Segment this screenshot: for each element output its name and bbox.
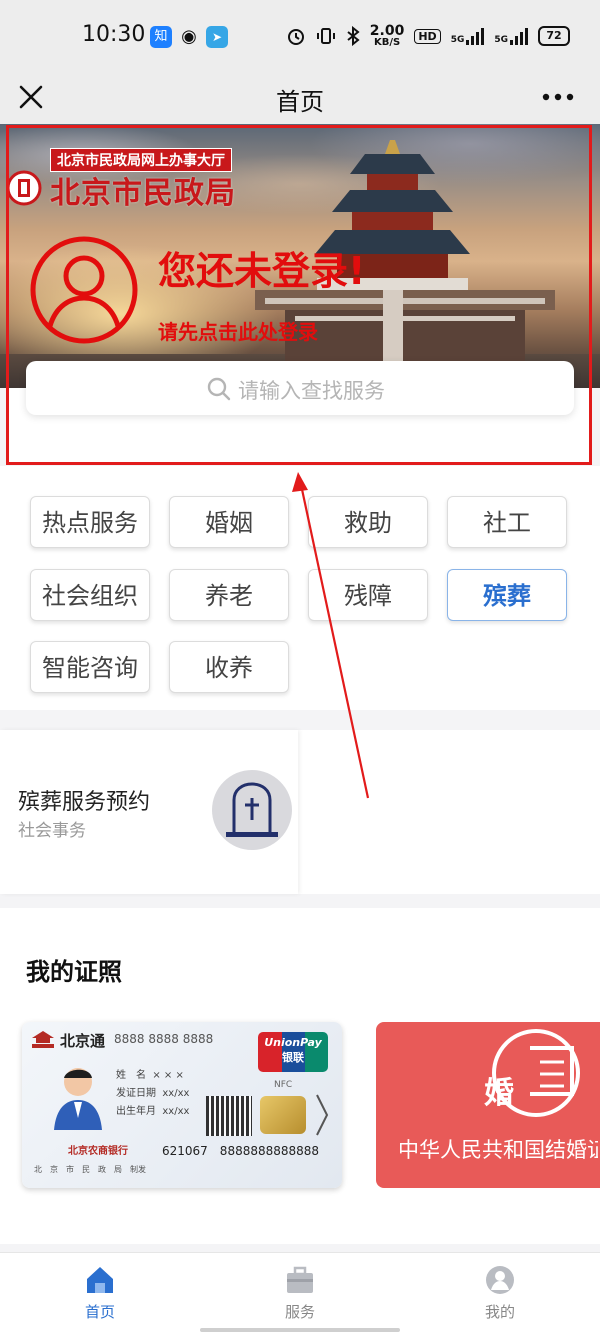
qr-code-icon: [206, 1096, 252, 1136]
person-photo-icon: [54, 1068, 102, 1130]
search-icon: [207, 377, 231, 401]
beijing-pass-card[interactable]: 北京通 8888 8888 8888 姓 名 × × × 发证日期 xx/xx …: [22, 1022, 342, 1188]
card-name-label: 姓 名 × × ×: [116, 1070, 184, 1081]
tab-home[interactable]: 首页: [40, 1263, 160, 1327]
home-icon: [87, 1267, 113, 1293]
category-smart-consult[interactable]: 智能咨询: [30, 641, 150, 693]
close-icon[interactable]: [14, 80, 48, 114]
tab-mine[interactable]: 我的: [440, 1263, 560, 1327]
home-indicator: [200, 1328, 400, 1332]
signal-1-icon: 5G: [451, 27, 485, 45]
pagoda-icon: [32, 1031, 54, 1048]
bureau-name: 北京市民政局: [50, 176, 236, 211]
more-icon[interactable]: [538, 82, 578, 112]
service-subtitle: 社会事务: [18, 821, 86, 841]
briefcase-icon: [287, 1266, 313, 1293]
marriage-card-text: 中华人民共和国结婚证: [398, 1138, 598, 1162]
card-number: 621067 8888888888888: [162, 1144, 320, 1158]
card-brand: 北京通: [60, 1032, 106, 1050]
card-number-top: 8888 8888 8888: [114, 1032, 214, 1046]
hd-badge: HD: [414, 28, 441, 44]
card-birth-date: 出生年月 xx/xx: [116, 1106, 190, 1117]
zhihu-icon: 知: [150, 26, 172, 48]
login-link[interactable]: 请先点击此处登录: [158, 316, 318, 345]
marriage-certificate-card[interactable]: 婚 中华人民共和国结婚证: [376, 1022, 600, 1188]
alarm-icon: [287, 29, 304, 45]
search-input[interactable]: 请输入查找服务: [26, 361, 574, 415]
marriage-char: 婚: [484, 1076, 514, 1111]
annotation-arrow: [292, 472, 370, 799]
card-issuer: 北 京 市 民 政 局 制发: [34, 1165, 146, 1174]
tab-services-label: 服务: [284, 1303, 315, 1321]
avatar-icon[interactable]: [28, 234, 140, 346]
network-speed: 2.00 KB/S: [369, 23, 405, 48]
category-social-work[interactable]: 社工: [447, 496, 567, 548]
category-social-organization[interactable]: 社会组织: [30, 569, 150, 621]
category-adoption[interactable]: 收养: [169, 641, 289, 693]
user-icon: [486, 1266, 514, 1294]
license-section-title: 我的证照: [26, 958, 122, 986]
bureau-logo-icon: [6, 170, 42, 206]
tab-services[interactable]: 服务: [240, 1263, 360, 1327]
battery-icon: 72: [538, 26, 570, 46]
login-title[interactable]: 您还未登录!: [158, 240, 365, 295]
my-license-section: 我的证照 北京通 8888 8888 8888 姓 名 × × × 发证日期 x…: [0, 908, 600, 1244]
nfc-label: NFC: [274, 1080, 293, 1090]
category-hot-services[interactable]: 热点服务: [30, 496, 150, 548]
weibo-icon: ◉: [181, 26, 197, 47]
tab-mine-label: 我的: [484, 1303, 515, 1321]
nav-bar: 首页: [0, 72, 600, 124]
service-title: 殡葬服务预约: [18, 790, 151, 815]
bank-name: 北京农商银行: [68, 1146, 128, 1157]
status-bar: 10:30 知 ◉ ➤ 2.00 KB/S HD 5G 5G 72: [0, 0, 600, 72]
signal-2-icon: 5G: [494, 27, 528, 45]
unionpay-logo: UnionPay 银联: [258, 1032, 328, 1072]
status-indicators: 2.00 KB/S HD 5G 5G 72: [286, 24, 570, 48]
category-funeral[interactable]: 殡葬: [447, 569, 567, 621]
telegram-icon: ➤: [206, 26, 228, 48]
service-card-funeral-appointment[interactable]: 殡葬服务预约 社会事务: [0, 730, 298, 894]
vibrate-icon: [316, 28, 335, 44]
chip-icon: [260, 1096, 306, 1134]
search-placeholder: 请输入查找服务: [238, 379, 385, 403]
category-elderly-care[interactable]: 养老: [169, 569, 289, 621]
card-issue-date: 发证日期 xx/xx: [116, 1088, 190, 1099]
tab-bar: 首页 服务 我的: [0, 1252, 600, 1334]
bluetooth-icon: [347, 26, 360, 46]
chevron-right-icon: [316, 1094, 329, 1136]
tab-home-label: 首页: [84, 1303, 115, 1321]
category-marriage[interactable]: 婚姻: [169, 496, 289, 548]
status-time: 10:30: [82, 22, 146, 47]
page-title: 首页: [276, 88, 324, 116]
